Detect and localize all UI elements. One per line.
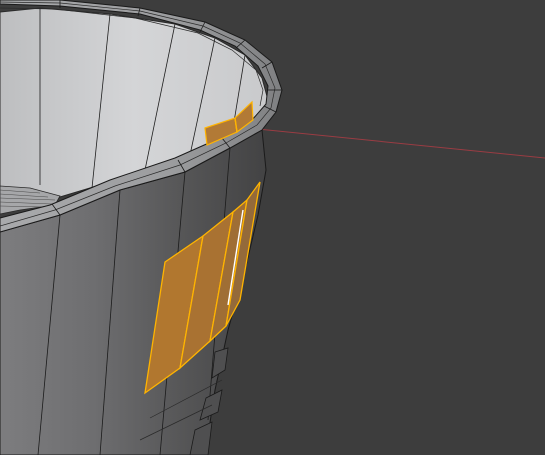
3d-viewport[interactable] [0,0,545,455]
